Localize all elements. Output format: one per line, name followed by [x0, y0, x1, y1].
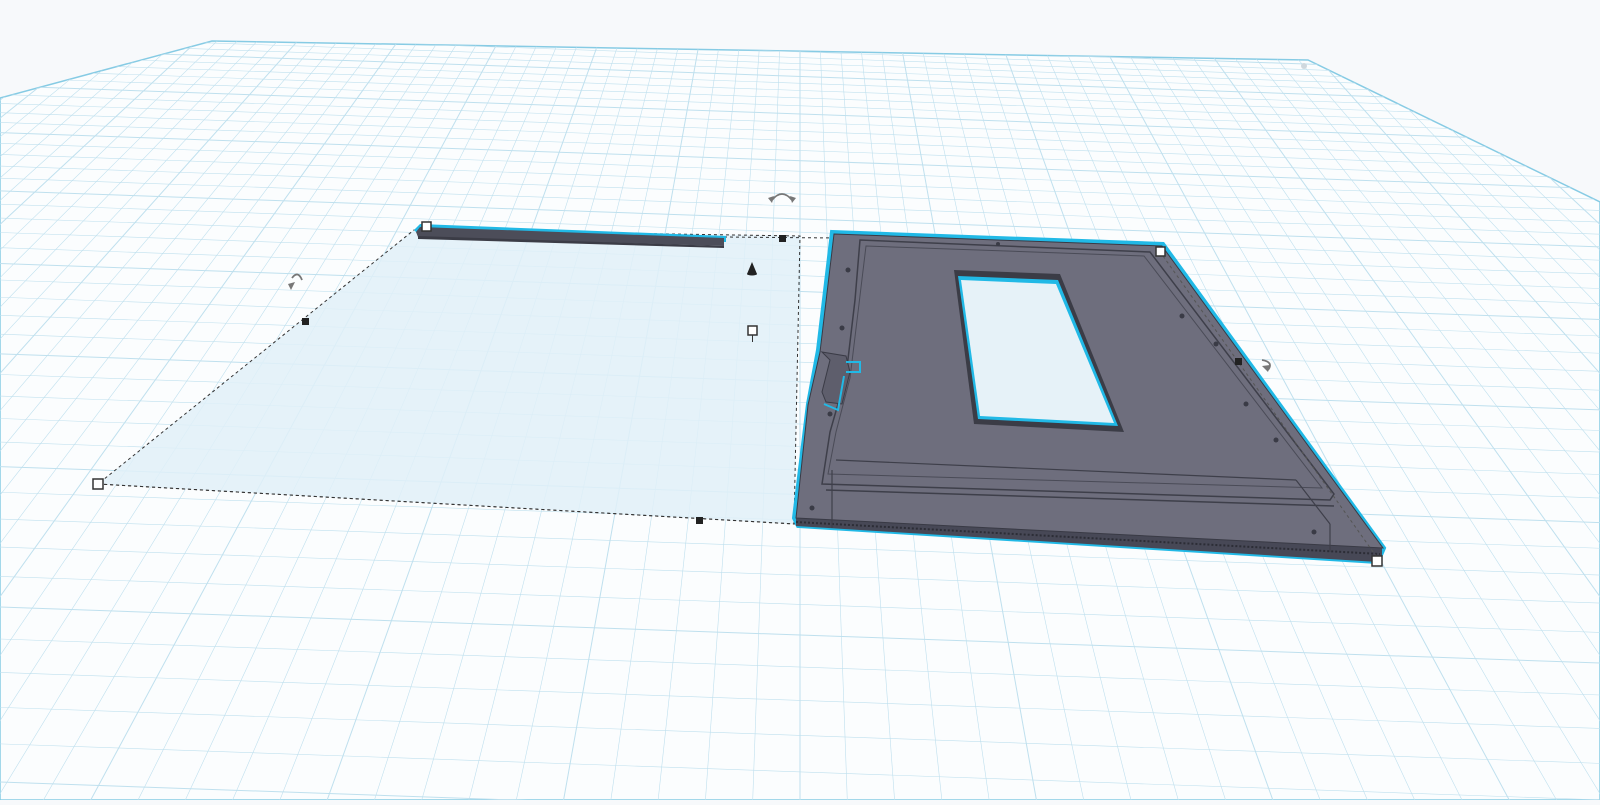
edge-handle-icon[interactable] [1235, 358, 1242, 365]
workplane-corner-marker [1301, 63, 1307, 69]
edge-handle-icon[interactable] [302, 318, 309, 325]
3d-viewport[interactable] [0, 0, 1600, 801]
resize-handle-icon[interactable] [1371, 555, 1383, 567]
resize-handle-icon[interactable] [1155, 246, 1166, 257]
resize-handle-icon[interactable] [92, 478, 104, 490]
workplane-canvas[interactable] [0, 0, 1600, 801]
edge-handle-icon[interactable] [779, 235, 786, 242]
resize-handle-icon[interactable] [421, 221, 432, 232]
edge-handle-icon[interactable] [696, 517, 703, 524]
